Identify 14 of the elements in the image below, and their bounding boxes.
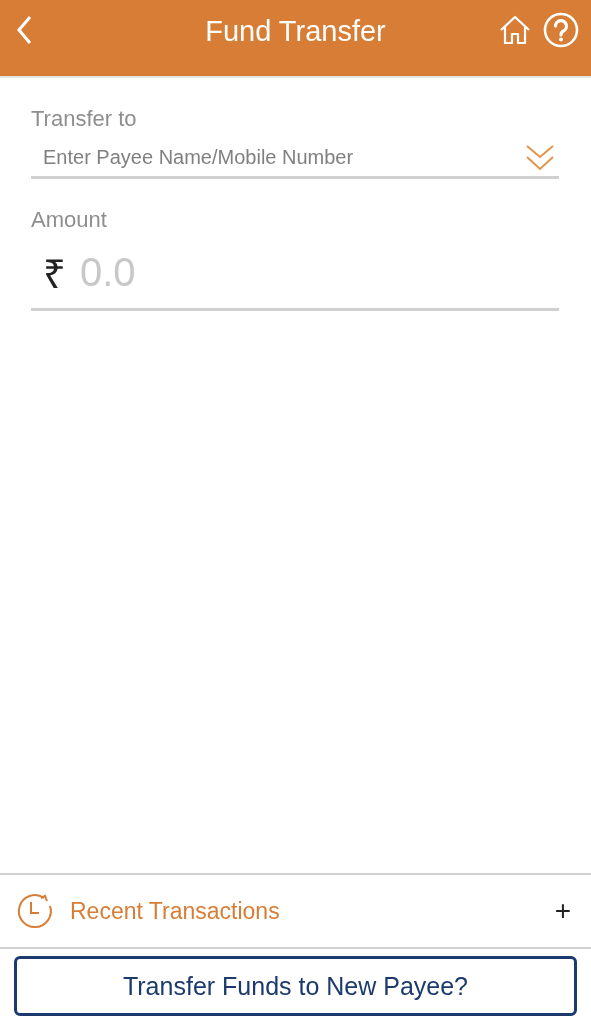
- field-label: Amount: [31, 207, 108, 233]
- screen-title: Fund Transfer: [205, 13, 386, 48]
- rupee-symbol: ₹: [43, 251, 66, 298]
- help-icon[interactable]: [543, 12, 579, 48]
- row-label: Recent Transactions: [70, 897, 280, 925]
- payee-field[interactable]: Enter Payee Name/Mobile Number: [43, 145, 525, 169]
- new-payee-button[interactable]: Transfer Funds to New Payee?: [14, 956, 577, 1016]
- field-label: Transfer to: [31, 106, 138, 132]
- recent-transactions-row[interactable]: Recent Transactions +: [0, 875, 591, 949]
- expand-toggle[interactable]: +: [554, 895, 571, 927]
- double-chevron-icon: [525, 142, 555, 172]
- home-icon[interactable]: [499, 15, 531, 45]
- clock-history-icon: [16, 892, 54, 930]
- back-icon[interactable]: [16, 15, 32, 45]
